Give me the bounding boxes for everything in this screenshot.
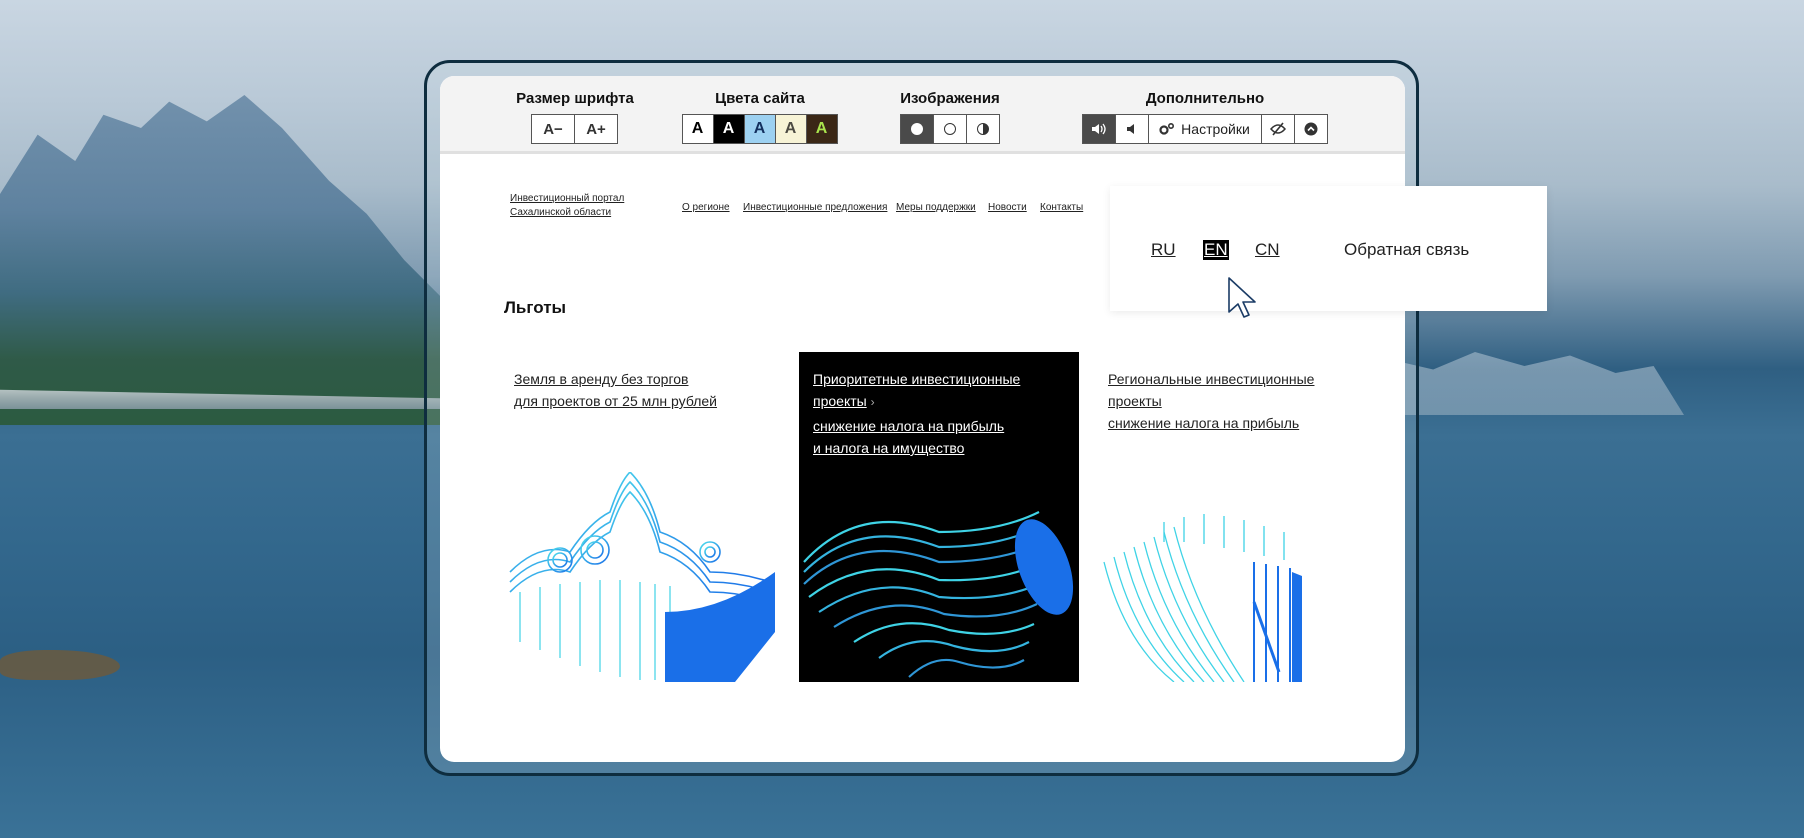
nav-link-region[interactable]: О регионе — [682, 202, 730, 213]
color-scheme-button-5[interactable]: A — [805, 114, 838, 144]
speaker-on-icon — [1091, 123, 1106, 135]
benefit-card-priority[interactable]: Приоритетные инвестиционные проекты › сн… — [799, 352, 1079, 682]
extra-group: Дополнительно Настройки — [1070, 89, 1340, 144]
feedback-link[interactable]: Обратная связь — [1344, 240, 1469, 260]
sound-on-button[interactable] — [1081, 114, 1116, 144]
nav-link-support-measures[interactable]: Меры поддержки — [896, 202, 976, 213]
logo-line-2: Сахалинской области — [510, 207, 612, 218]
color-scheme-button-4[interactable]: A — [774, 114, 807, 144]
font-increase-button[interactable]: A+ — [574, 114, 618, 144]
scroll-up-button[interactable] — [1293, 114, 1328, 144]
half-circle-icon — [976, 123, 989, 135]
nav-link-news[interactable]: Новости — [988, 202, 1027, 213]
page-title: Льготы — [504, 298, 567, 317]
card-3-line-1: Региональные инвестиционные — [1108, 371, 1315, 387]
card-2-line-3: снижение налога на прибыль — [813, 418, 1005, 434]
card-2-line-2-wrap: проекты › — [813, 393, 875, 409]
card-3-line-2: проекты — [1108, 393, 1162, 409]
hide-panel-button[interactable] — [1260, 114, 1295, 144]
circle-chevron-up-icon — [1304, 122, 1317, 136]
color-scheme-button-3[interactable]: A — [743, 114, 776, 144]
benefit-card-regional[interactable]: Региональные инвестиционные проекты сниж… — [1094, 352, 1374, 682]
background-rock — [0, 650, 120, 680]
images-group: Изображения — [895, 89, 1005, 144]
extra-title: Дополнительно — [1145, 90, 1265, 107]
nav-link-contacts[interactable]: Контакты — [1040, 202, 1083, 213]
lang-cn-link[interactable]: CN — [1255, 240, 1280, 260]
regional-illustration — [1103, 514, 1302, 682]
empty-circle-icon — [943, 123, 956, 135]
filled-circle-icon — [910, 123, 923, 135]
logo-line-1: Инвестиционный портал — [510, 193, 625, 204]
color-scheme-button-2[interactable]: A — [712, 114, 745, 144]
images-title: Изображения — [900, 90, 1000, 107]
nav-link-investment-offers[interactable]: Инвестиционные предложения — [743, 202, 887, 213]
settings-label: Настройки — [1181, 121, 1250, 137]
card-1-line-2: для проектов от 25 млн рублей — [514, 393, 718, 409]
card-1-line-1: Земля в аренду без торгов — [514, 371, 689, 387]
lang-ru-link[interactable]: RU — [1151, 240, 1176, 260]
images-on-button[interactable] — [899, 114, 934, 144]
language-panel: RU EN CN Обратная связь — [1110, 186, 1547, 311]
card-2-line-2: проекты — [813, 393, 867, 409]
website-screen: Размер шрифта A− A+ Цвета сайта AAAAA Из… — [440, 76, 1405, 762]
font-size-group: Размер шрифта A− A+ — [500, 89, 650, 144]
speaker-icon — [1126, 124, 1134, 134]
site-colors-title: Цвета сайта — [715, 90, 805, 107]
font-decrease-button[interactable]: A− — [531, 114, 575, 144]
sound-off-button[interactable] — [1114, 114, 1149, 144]
priority-illustration — [803, 511, 1074, 678]
card-2-line-4: и налога на имущество — [813, 440, 965, 456]
lang-en-link[interactable]: EN — [1203, 240, 1229, 260]
chevron-right-icon: › — [870, 395, 875, 409]
site-colors-group: Цвета сайта AAAAA — [675, 89, 845, 144]
card-3-line-3: снижение налога на прибыль — [1108, 415, 1300, 431]
gears-icon — [1159, 122, 1175, 135]
color-scheme-button-1[interactable]: A — [681, 114, 714, 144]
eye-slash-icon — [1269, 122, 1286, 136]
land-illustration — [509, 472, 775, 682]
settings-button[interactable]: Настройки — [1147, 114, 1262, 144]
font-size-title: Размер шрифта — [516, 90, 634, 107]
portal-logo-link[interactable]: Инвестиционный портал Сахалинской област… — [510, 192, 640, 220]
benefit-card-land[interactable]: Земля в аренду без торгов для проектов о… — [500, 352, 780, 682]
background-mountains — [0, 95, 470, 425]
mouse-cursor-icon — [1228, 277, 1256, 318]
card-2-line-1: Приоритетные инвестиционные — [813, 371, 1021, 387]
images-off-button[interactable] — [932, 114, 967, 144]
images-grayscale-button[interactable] — [965, 114, 1000, 144]
accessibility-toolbar: Размер шрифта A− A+ Цвета сайта AAAAA Из… — [440, 76, 1405, 154]
